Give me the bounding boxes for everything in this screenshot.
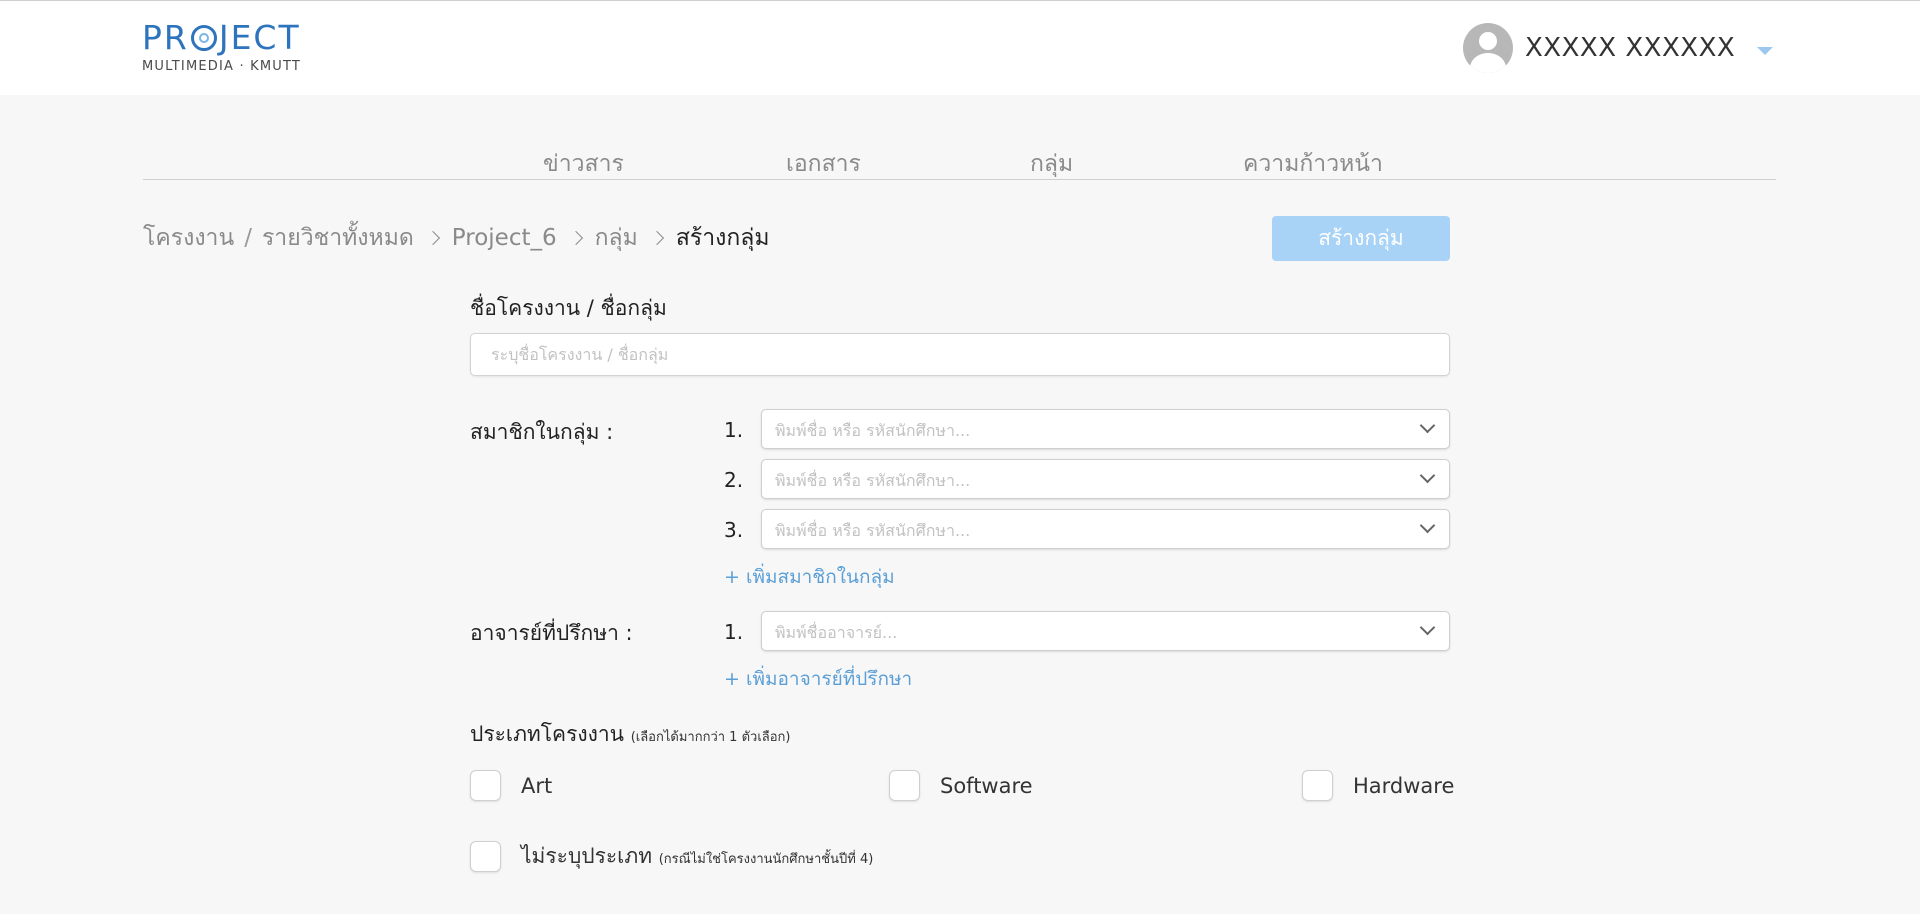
- nav-documents[interactable]: เอกสาร: [786, 146, 861, 182]
- type-software-label: Software: [940, 773, 1033, 798]
- breadcrumb-current: สร้างกลุ่ม: [675, 225, 770, 251]
- project-name-input[interactable]: [470, 333, 1450, 376]
- project-name-label: ชื่อโครงงาน / ชื่อกลุ่ม: [470, 296, 667, 320]
- type-unspecified-label: ไม่ระบุประเภท (กรณีไม่ใช่โครงงานนักศึกษา…: [521, 840, 873, 873]
- breadcrumb-project[interactable]: Project_6: [452, 225, 557, 251]
- chevron-right-icon: [568, 230, 583, 246]
- add-advisor-link[interactable]: + เพิ่มอาจารย์ที่ปรึกษา: [724, 664, 912, 694]
- type-art-label: Art: [521, 773, 553, 798]
- nav-progress[interactable]: ความก้าวหน้า: [1243, 146, 1383, 182]
- breadcrumb-groups[interactable]: กลุ่ม: [595, 220, 638, 256]
- create-group-button[interactable]: สร้างกลุ่ม: [1272, 216, 1450, 261]
- member-number: 1.: [724, 418, 744, 442]
- project-logo[interactable]: PR JECT MULTIMEDIA · KMUTT: [142, 18, 302, 75]
- top-header: PR JECT MULTIMEDIA · KMUTT XXXXX XXXXXX: [0, 0, 1920, 95]
- checkbox[interactable]: [470, 770, 501, 801]
- checkbox[interactable]: [889, 770, 920, 801]
- logo-wordmark: PR JECT: [142, 18, 301, 57]
- advisor-select-placeholder: พิมพ์ชื่ออาจารย์...: [775, 623, 898, 642]
- type-checkbox-hardware[interactable]: Hardware: [1302, 770, 1454, 801]
- advisor-number: 1.: [724, 620, 744, 644]
- member-select-3[interactable]: พิมพ์ชื่อ หรือ รหัสนักศึกษา...: [761, 509, 1450, 549]
- user-name: XXXXX XXXXXX: [1525, 33, 1736, 63]
- advisors-label: อาจารย์ที่ปรึกษา :: [470, 621, 633, 645]
- chevron-right-icon: [425, 230, 440, 246]
- type-unspecified-note: (กรณีไม่ใช่โครงงานนักศึกษาชั้นปีที่ 4): [658, 852, 874, 867]
- member-select-placeholder: พิมพ์ชื่อ หรือ รหัสนักศึกษา...: [775, 521, 971, 540]
- nav-news[interactable]: ข่าวสาร: [543, 146, 624, 182]
- project-type-heading: ประเภทโครงงาน (เลือกได้มากกว่า 1 ตัวเลือ…: [470, 718, 791, 751]
- breadcrumb-projects[interactable]: โครงงาน: [143, 220, 234, 256]
- project-type-note: (เลือกได้มากกว่า 1 ตัวเลือก): [630, 730, 791, 745]
- breadcrumb: โครงงาน / รายวิชาทั้งหมด Project_6 กลุ่ม…: [143, 220, 770, 256]
- avatar-icon: [1463, 23, 1513, 73]
- member-select-placeholder: พิมพ์ชื่อ หรือ รหัสนักศึกษา...: [775, 471, 971, 490]
- project-type-label: ประเภทโครงงาน: [470, 722, 625, 746]
- checkbox[interactable]: [470, 841, 501, 872]
- logo-circle-icon: [190, 25, 217, 51]
- type-unspecified-text: ไม่ระบุประเภท: [521, 844, 653, 868]
- advisor-select-1[interactable]: พิมพ์ชื่ออาจารย์...: [761, 611, 1450, 651]
- member-number: 3.: [724, 518, 744, 542]
- add-member-link[interactable]: + เพิ่มสมาชิกในกลุ่ม: [724, 562, 895, 592]
- type-checkbox-art[interactable]: Art: [470, 770, 552, 801]
- type-checkbox-unspecified[interactable]: ไม่ระบุประเภท (กรณีไม่ใช่โครงงานนักศึกษา…: [470, 840, 873, 873]
- chevron-down-icon: [1419, 517, 1436, 534]
- member-select-2[interactable]: พิมพ์ชื่อ หรือ รหัสนักศึกษา...: [761, 459, 1450, 499]
- member-select-placeholder: พิมพ์ชื่อ หรือ รหัสนักศึกษา...: [775, 421, 971, 440]
- nav-groups[interactable]: กลุ่ม: [1030, 146, 1073, 182]
- chevron-down-icon: [1419, 417, 1436, 434]
- member-number: 2.: [724, 468, 744, 492]
- chevron-down-icon: [1419, 619, 1436, 636]
- main-nav: ข่าวสาร เอกสาร กลุ่ม ความก้าวหน้า: [143, 140, 1776, 180]
- logo-subtitle: MULTIMEDIA · KMUTT: [142, 59, 302, 74]
- chevron-down-icon: [1419, 467, 1436, 484]
- user-menu[interactable]: XXXXX XXXXXX: [1463, 23, 1774, 73]
- breadcrumb-separator: /: [244, 225, 252, 251]
- checkbox[interactable]: [1302, 770, 1333, 801]
- chevron-right-icon: [649, 230, 664, 246]
- breadcrumb-all-courses[interactable]: รายวิชาทั้งหมด: [262, 220, 414, 256]
- caret-down-icon[interactable]: [1757, 47, 1774, 55]
- members-label: สมาชิกในกลุ่ม :: [470, 420, 614, 444]
- type-hardware-label: Hardware: [1353, 773, 1455, 798]
- member-select-1[interactable]: พิมพ์ชื่อ หรือ รหัสนักศึกษา...: [761, 409, 1450, 449]
- type-checkbox-software[interactable]: Software: [889, 770, 1033, 801]
